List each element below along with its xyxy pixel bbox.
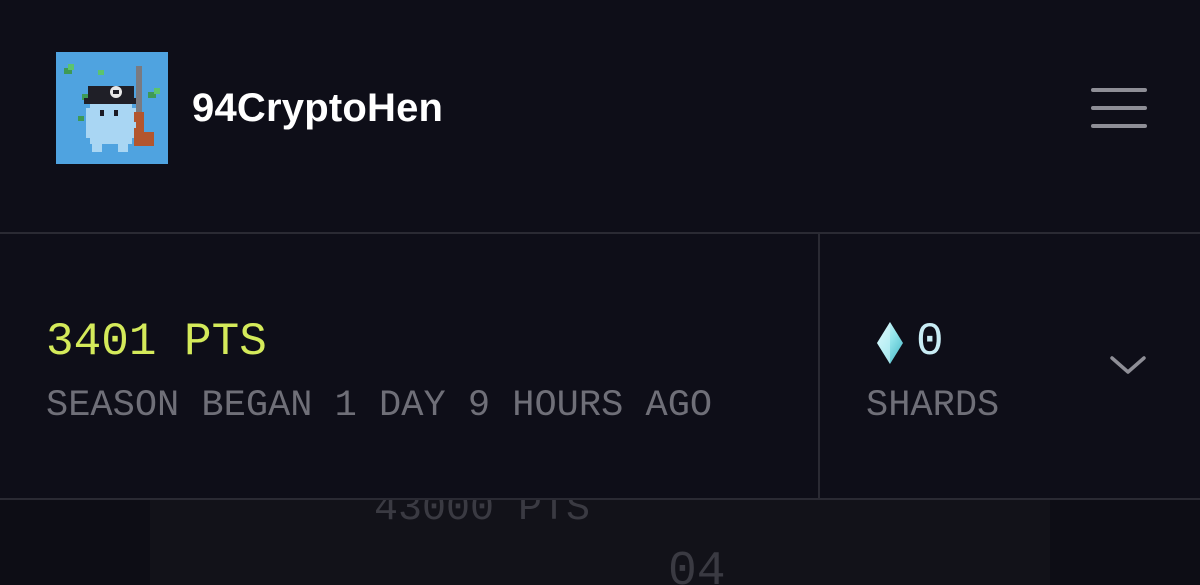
target-points: 43000 PTS <box>374 500 591 532</box>
pixel-character-avatar-icon <box>56 52 168 164</box>
menu-line <box>1091 124 1147 128</box>
shards-panel[interactable]: 0 SHARDS <box>820 234 1200 498</box>
leaderboard-preview: 43000 PTS 04 <box>0 500 1200 585</box>
season-status: SEASON BEGAN 1 DAY 9 HOURS AGO <box>46 385 713 427</box>
points-panel: 3401 PTS SEASON BEGAN 1 DAY 9 HOURS AGO <box>0 234 820 498</box>
avatar[interactable] <box>56 52 168 164</box>
menu-line <box>1091 88 1147 92</box>
username: 94CryptoHen <box>192 86 444 130</box>
points-value: 3401 PTS <box>46 316 267 368</box>
shards-label: SHARDS <box>866 385 1000 427</box>
menu-line <box>1091 106 1147 110</box>
shards-count: 0 <box>916 316 944 368</box>
hamburger-menu-icon[interactable] <box>1088 86 1150 132</box>
rank-number: 04 <box>668 545 726 585</box>
stats-bar: 3401 PTS SEASON BEGAN 1 DAY 9 HOURS AGO … <box>0 232 1200 500</box>
profile-header: 94CryptoHen <box>0 0 1200 232</box>
diamond-shard-icon <box>877 322 903 364</box>
leaderboard-card <box>150 500 1050 585</box>
chevron-down-icon[interactable] <box>1108 352 1148 376</box>
